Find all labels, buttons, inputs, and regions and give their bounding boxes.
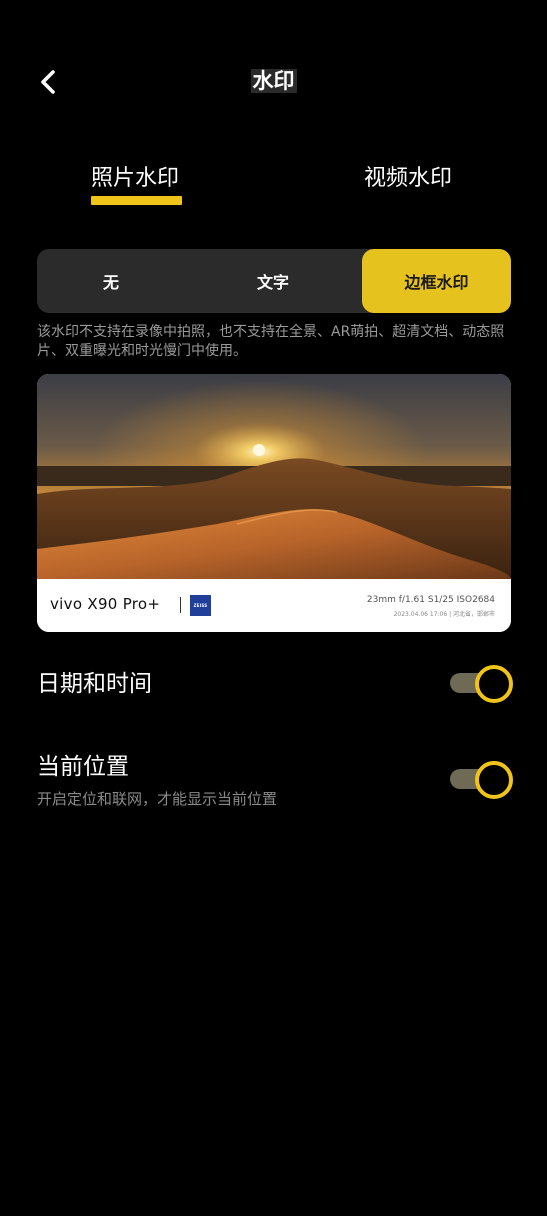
preview-photo: [37, 374, 511, 579]
date-time-label: 日期和时间: [37, 671, 152, 697]
location-hint: 开启定位和联网，才能显示当前位置: [37, 790, 278, 808]
tab-photo-watermark[interactable]: 照片水印: [91, 160, 179, 198]
location-label: 当前位置: [37, 754, 129, 780]
datetime-location-text: 2023.04.06 17:06 | 河北省，邯郸市: [393, 611, 495, 618]
page-title: 水印: [250, 69, 297, 93]
toggle-knob: [475, 665, 513, 703]
tab-video-watermark[interactable]: 视频水印: [364, 160, 452, 198]
segment-none-button[interactable]: 无: [37, 249, 185, 313]
segment-text-button[interactable]: 文字: [199, 249, 347, 313]
watermark-preview: vivo X90 Pro+ ZEISS 23mm f/1.61 S1/25 IS…: [37, 374, 511, 632]
watermark-type-selector: 无 文字 边框水印: [37, 249, 511, 313]
watermark-notice: 该水印不支持在录像中拍照，也不支持在全景、AR萌拍、超清文档、动态照片、双重曝光…: [37, 324, 505, 359]
location-toggle[interactable]: [450, 760, 513, 799]
device-model-text: vivo X90 Pro+: [50, 595, 161, 613]
segment-frame-watermark-button[interactable]: 边框水印: [362, 249, 511, 313]
active-tab-indicator: [91, 196, 182, 205]
camera-params-text: 23mm f/1.61 S1/25 ISO2684: [366, 595, 495, 605]
date-time-toggle[interactable]: [450, 664, 513, 703]
toggle-knob: [475, 761, 513, 799]
watermark-divider: [180, 597, 181, 613]
watermark-frame-bar: vivo X90 Pro+ ZEISS 23mm f/1.61 S1/25 IS…: [37, 579, 511, 632]
zeiss-logo: ZEISS: [190, 595, 211, 616]
